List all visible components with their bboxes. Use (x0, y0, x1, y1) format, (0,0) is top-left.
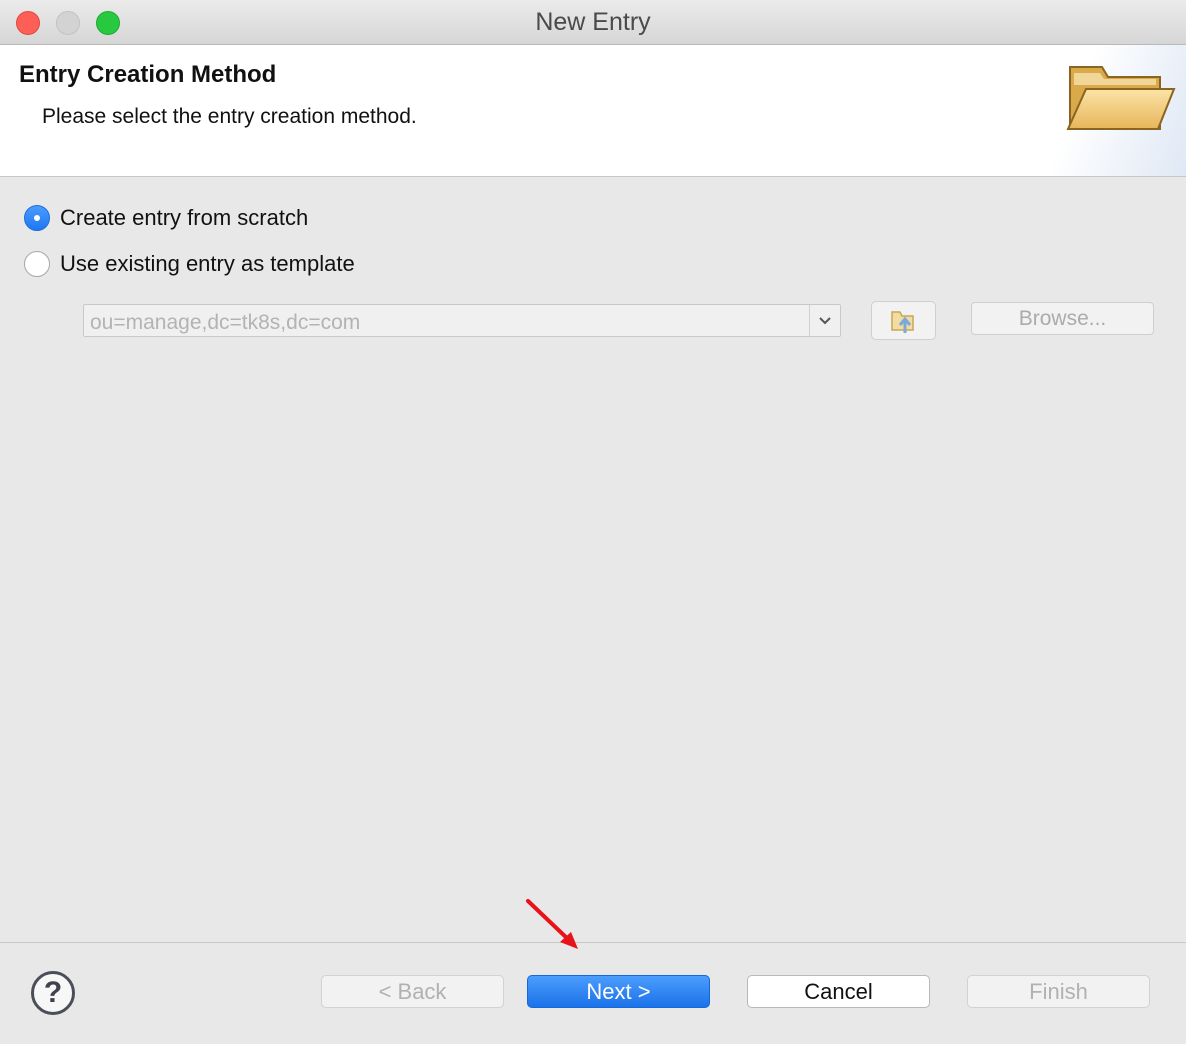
footer-divider (0, 942, 1186, 943)
help-icon[interactable]: ? (31, 971, 75, 1015)
option-label: Create entry from scratch (60, 205, 309, 230)
chevron-down-icon[interactable] (809, 305, 840, 336)
finish-button[interactable]: Finish (967, 975, 1150, 1008)
radio-use-template[interactable] (24, 251, 50, 277)
template-entry-combo[interactable]: ou=manage,dc=tk8s,dc=com (83, 304, 841, 337)
back-button[interactable]: < Back (321, 975, 504, 1008)
window-title: New Entry (535, 8, 651, 36)
annotation-arrow-icon (526, 899, 578, 949)
next-button[interactable]: Next > (527, 975, 710, 1008)
page-title: Entry Creation Method (19, 61, 277, 88)
template-entry-value: ou=manage,dc=tk8s,dc=com (90, 311, 361, 334)
folder-up-arrow-icon (890, 310, 914, 333)
title-bar: New Entry (0, 0, 1186, 45)
radio-create-from-scratch[interactable] (24, 205, 50, 231)
open-folder-icon (1066, 66, 1176, 130)
option-label: Use existing entry as template (60, 251, 355, 276)
cancel-button[interactable]: Cancel (747, 975, 930, 1008)
new-entry-dialog: New Entry Entry Creation Method Please s… (0, 0, 1186, 1044)
history-button[interactable] (871, 301, 936, 340)
browse-button[interactable]: Browse... (971, 302, 1154, 335)
option-use-template[interactable]: Use existing entry as template (24, 249, 355, 279)
wizard-header: Entry Creation Method Please select the … (0, 45, 1186, 177)
page-description: Please select the entry creation method. (42, 105, 417, 128)
option-create-from-scratch[interactable]: Create entry from scratch (24, 203, 308, 233)
